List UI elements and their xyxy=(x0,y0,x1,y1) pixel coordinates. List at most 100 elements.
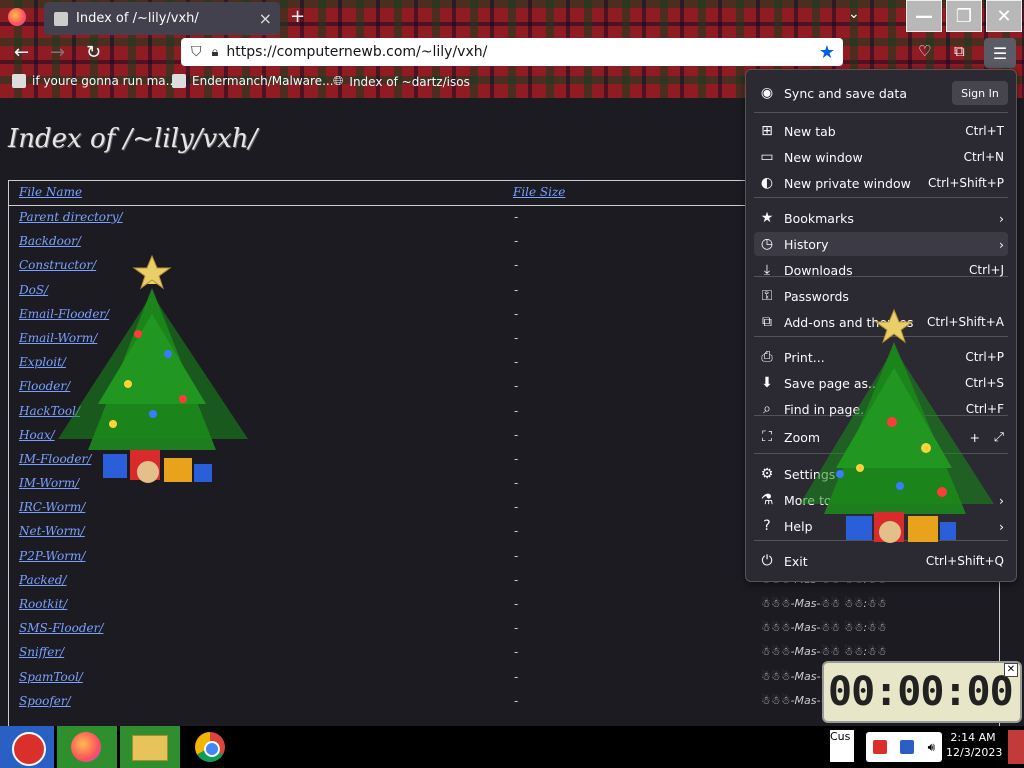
christmas-tree-decoration xyxy=(58,254,248,483)
file-link[interactable]: Hoax/ xyxy=(19,428,55,442)
file-link[interactable]: Sniffer/ xyxy=(19,645,64,659)
menu-item-shortcut: Ctrl+Shift+Q xyxy=(925,554,1004,568)
system-tray[interactable]: 🔊︎ xyxy=(866,732,942,762)
file-link[interactable]: SpamTool/ xyxy=(19,670,83,684)
file-link[interactable]: Backdoor/ xyxy=(19,234,81,248)
folder-icon xyxy=(132,735,168,761)
menu-item-bookmarks[interactable]: ★ Bookmarks › xyxy=(754,206,1008,230)
menu-item-new-private-window[interactable]: ◐ New private window Ctrl+Shift+P xyxy=(754,171,1008,195)
tray-icon[interactable] xyxy=(900,740,915,754)
close-button[interactable]: ✕ xyxy=(986,0,1022,32)
menu-item-downloads[interactable]: ⤓ Downloads Ctrl+J xyxy=(754,258,1008,282)
bookmark-item[interactable]: if youre gonna run ma... xyxy=(12,74,177,88)
tray-icon[interactable] xyxy=(872,740,887,754)
url-bar[interactable]: ⛉ 🔒︎ https://computernewb.com/~lily/vxh/… xyxy=(181,38,843,66)
menu-item-passwords[interactable]: ⚿ Passwords xyxy=(754,284,1008,308)
bookmark-item[interactable]: 🌐︎ Index of ~dartz/isos xyxy=(333,74,470,89)
taskbar-chrome[interactable] xyxy=(183,726,243,768)
file-size: - xyxy=(514,476,519,491)
plus-icon[interactable]: + xyxy=(290,6,305,27)
santa-icon xyxy=(12,732,46,766)
tab-favicon-icon xyxy=(54,11,68,26)
file-link[interactable]: Parent directory/ xyxy=(19,210,123,224)
file-date: ☃☃☃-Mas-☃☃ ☃☃:☃☃ xyxy=(761,621,887,635)
bookmark-star-icon[interactable]: ★ xyxy=(819,42,835,63)
taskbar-cus-button[interactable]: Cus xyxy=(830,730,854,762)
file-link[interactable]: SMS-Flooder/ xyxy=(19,621,103,635)
widget-close-icon[interactable]: ✕ xyxy=(1004,663,1018,677)
file-link[interactable]: P2P-Worm/ xyxy=(19,549,85,563)
firefox-icon xyxy=(71,732,101,762)
file-size: - xyxy=(514,451,519,466)
bookmark-label: if youre gonna run ma... xyxy=(32,74,178,88)
download-icon: ⤓ xyxy=(763,262,771,278)
firefox-menu-icon[interactable] xyxy=(8,8,26,26)
lock-icon[interactable]: 🔒︎ xyxy=(212,45,219,60)
file-size: - xyxy=(514,379,519,394)
reload-icon[interactable]: ↻ xyxy=(86,42,101,63)
start-button[interactable] xyxy=(0,726,54,768)
menu-item-exit[interactable]: ⏻ Exit Ctrl+Shift+Q xyxy=(754,549,1008,573)
menu-item-history[interactable]: ◷ History › xyxy=(754,232,1008,256)
taskbar-explorer[interactable] xyxy=(120,726,180,768)
file-link[interactable]: Packed/ xyxy=(19,573,67,587)
menu-item-label: New private window xyxy=(784,175,911,191)
taskbar-firefox[interactable] xyxy=(57,726,117,768)
chevron-down-icon[interactable]: ⌄ xyxy=(848,6,860,22)
file-link[interactable]: Spoofer/ xyxy=(19,694,71,708)
stopwatch-widget[interactable]: 00:00:00 ✕ xyxy=(822,661,1022,723)
file-size: - xyxy=(514,597,519,611)
account-icon: ◉ xyxy=(760,85,774,101)
file-link[interactable]: Rootkit/ xyxy=(19,597,67,611)
file-size: - xyxy=(514,500,519,515)
sign-in-button[interactable]: Sign In xyxy=(952,81,1008,105)
column-file-name[interactable]: File Name xyxy=(19,185,82,199)
stopwatch-digits: 00:00:00 xyxy=(828,669,1014,715)
menu-item-shortcut: Ctrl+N xyxy=(963,150,1004,164)
menu-item-shortcut: Ctrl+J xyxy=(969,263,1004,277)
tab-title: Index of /~lily/vxh/ xyxy=(76,11,199,26)
column-file-size[interactable]: File Size xyxy=(513,185,565,199)
file-size: - xyxy=(514,355,519,370)
menu-item-label: Passwords xyxy=(784,288,849,304)
file-size: - xyxy=(514,210,519,224)
menu-item-new-tab[interactable]: ⊞ New tab Ctrl+T xyxy=(754,119,1008,143)
menu-item-new-window[interactable]: ▭ New window Ctrl+N xyxy=(754,145,1008,169)
chevron-right-icon: › xyxy=(999,236,1004,252)
volume-icon[interactable]: 🔊︎ xyxy=(928,740,936,755)
back-arrow-icon[interactable]: ← xyxy=(14,42,29,63)
show-desktop-button[interactable] xyxy=(1008,730,1024,764)
file-size: - xyxy=(514,669,519,684)
bookmark-item[interactable]: Endermanch/Malware... xyxy=(172,74,334,88)
bookmark-favicon-icon xyxy=(172,74,186,88)
app-menu-button[interactable]: ☰ xyxy=(984,38,1016,68)
menu-item-label: Downloads xyxy=(784,262,853,278)
file-size: - xyxy=(514,330,519,345)
taskbar-clock[interactable]: 2:14 AM 12/3/2023 xyxy=(946,730,1002,760)
mask-icon: ◐ xyxy=(760,175,774,191)
shield-icon[interactable]: ⛉ xyxy=(191,44,202,60)
extensions-icon[interactable]: ⧉ xyxy=(954,42,965,60)
file-size: - xyxy=(514,693,519,708)
gear-icon: ⚙ xyxy=(760,466,774,482)
restore-button[interactable]: ❐ xyxy=(946,0,982,32)
file-link[interactable]: DoS/ xyxy=(19,283,48,297)
power-icon: ⏻ xyxy=(761,553,773,569)
table-row: Rootkit/ - ☃☃☃-Mas-☃☃ ☃☃:☃☃ xyxy=(9,593,999,617)
minimize-button[interactable]: — xyxy=(906,0,942,32)
forward-arrow-icon[interactable]: → xyxy=(50,42,65,63)
menu-item-shortcut: Ctrl+Shift+P xyxy=(928,176,1004,190)
file-link[interactable]: Net-Worm/ xyxy=(19,524,85,538)
file-size: - xyxy=(514,403,519,418)
url-text[interactable]: https://computernewb.com/~lily/vxh/ xyxy=(226,44,818,60)
chevron-right-icon: › xyxy=(999,492,1004,508)
file-link[interactable]: IRC-Worm/ xyxy=(19,500,85,514)
menu-item-shortcut: Ctrl+T xyxy=(965,124,1004,138)
file-size: - xyxy=(514,524,519,539)
pocket-icon[interactable]: ♡ xyxy=(918,42,931,60)
tab-active[interactable]: Index of /~lily/vxh/ × xyxy=(44,2,280,35)
tab-close-icon[interactable]: × xyxy=(259,9,272,28)
file-size: - xyxy=(514,282,519,297)
bookmark-favicon-icon xyxy=(12,74,26,88)
menu-item-label: Exit xyxy=(784,553,808,569)
